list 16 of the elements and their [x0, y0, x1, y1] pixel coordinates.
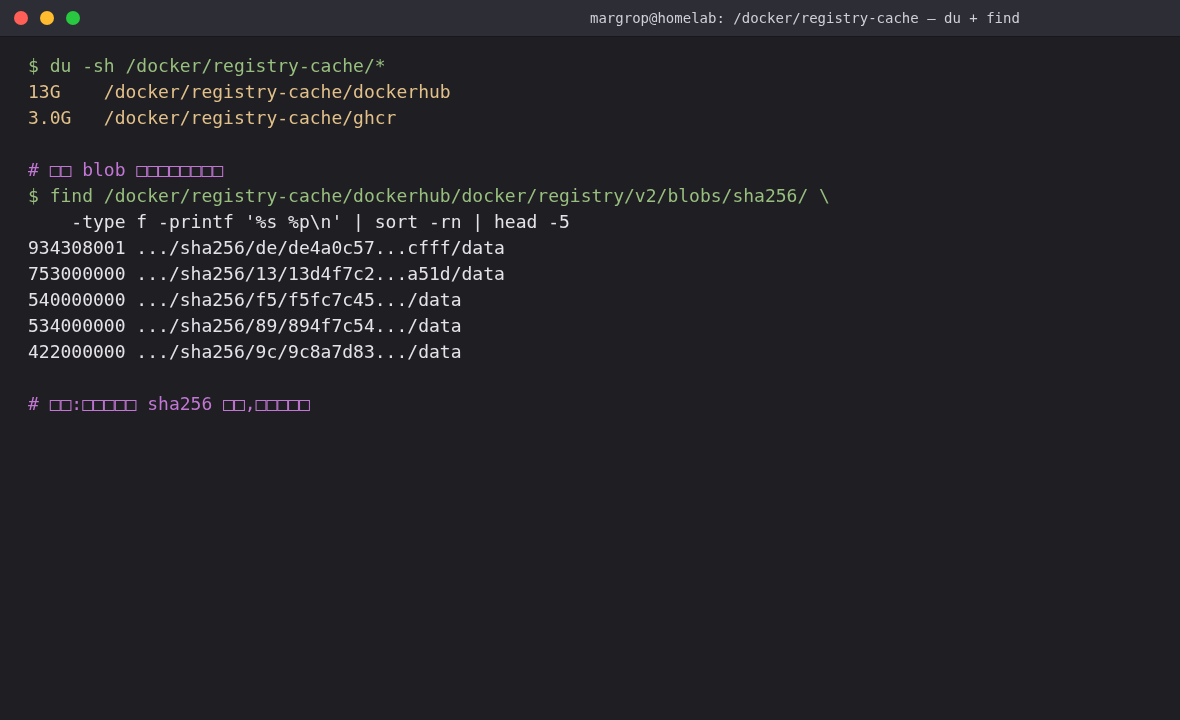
output-line: 540000000 .../sha256/f5/f5fc7c45.../data	[28, 288, 462, 312]
maximize-button[interactable]	[66, 11, 80, 25]
close-button[interactable]	[14, 11, 28, 25]
output-line: 422000000 .../sha256/9c/9c8a7d83.../data	[28, 340, 462, 364]
command-line: -type f -printf '%s %p\n' | sort -rn | head -5	[70, 210, 570, 234]
comment-line: # □□ blob □□□□□□□□	[28, 158, 224, 182]
window-title: margrop@homelab: /docker/registry-cache — du + find	[590, 10, 1020, 26]
comment-line: # □□:□□□□□ sha256 □□,□□□□□	[28, 392, 310, 416]
minimize-button[interactable]	[40, 11, 54, 25]
command-line: $ du -sh /docker/registry-cache/*	[28, 54, 386, 78]
command-line: $ find /docker/registry-cache/dockerhub/docker/registry/v2/blobs/sha256/ \	[28, 184, 830, 208]
output-line: 534000000 .../sha256/89/894f7c54.../data	[28, 314, 462, 338]
output-line: 934308001 .../sha256/de/de4a0c57...cfff/data	[28, 236, 505, 260]
output-line: 3.0G /docker/registry-cache/ghcr	[28, 106, 397, 130]
output-line: 13G /docker/registry-cache/dockerhub	[28, 80, 451, 104]
output-line: 753000000 .../sha256/13/13d4f7c2...a51d/data	[28, 262, 505, 286]
